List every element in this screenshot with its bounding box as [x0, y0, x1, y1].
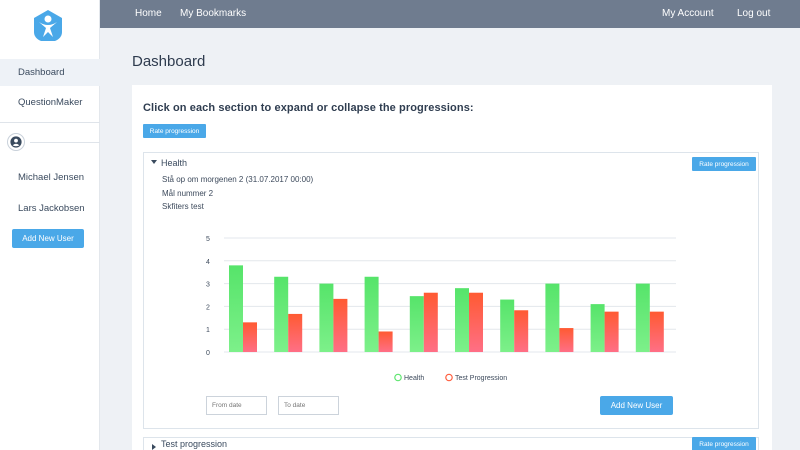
health-bar	[274, 276, 289, 352]
user-circle-icon[interactable]	[7, 133, 25, 151]
sidebar: Dashboard QuestionMaker Michael Jensen L…	[0, 0, 100, 450]
health-bar	[590, 304, 605, 352]
progression-panel-test: Test progression Rate progression	[143, 437, 759, 450]
health-bar	[455, 288, 469, 352]
panel2-rate-progression-button[interactable]: Rate progression	[692, 437, 756, 450]
person-star-logo[interactable]	[31, 9, 65, 43]
y-tick-label: 0	[206, 350, 210, 357]
test-progression-bar	[378, 331, 393, 352]
legend-test-progression-marker	[445, 373, 453, 382]
test-progression-bar	[469, 292, 483, 352]
rate-progression-button[interactable]: Rate progression	[143, 124, 206, 138]
progressions-card: Click on each section to expand or colla…	[132, 85, 772, 450]
health-bar	[500, 299, 515, 352]
panel-add-new-user-button[interactable]: Add New User	[600, 396, 673, 415]
health-bar	[364, 276, 379, 352]
goal-line: Mål nummer 2	[162, 189, 214, 198]
sidebar-item-questionmaker[interactable]: QuestionMaker	[0, 89, 100, 116]
sidebar-divider	[0, 122, 100, 123]
caret-right-icon[interactable]	[152, 444, 156, 450]
add-new-user-button[interactable]: Add New User	[12, 229, 84, 248]
test-progression-bar	[514, 310, 529, 352]
y-tick-label: 3	[206, 282, 210, 289]
y-tick-label: 4	[206, 259, 210, 266]
health-bar	[319, 283, 334, 352]
health-bar	[409, 296, 424, 352]
test-progression-bar	[243, 322, 257, 352]
caret-down-icon[interactable]	[151, 160, 157, 164]
top-navigation-bar: Home My Bookmarks My Account Log out	[100, 0, 800, 28]
legend-health-marker	[394, 373, 402, 382]
to-date-input[interactable]	[278, 396, 339, 415]
sidebar-user-michael[interactable]: Michael Jensen	[0, 164, 100, 191]
panel-title-test-progression[interactable]: Test progression	[161, 439, 227, 449]
test-progression-bar	[333, 298, 348, 352]
y-tick-label: 1	[206, 327, 210, 334]
nav-logout-link[interactable]: Log out	[737, 0, 770, 28]
sidebar-user-lars[interactable]: Lars Jackobsen	[0, 195, 100, 222]
nav-my-account-link[interactable]: My Account	[662, 0, 714, 28]
instruction-heading: Click on each section to expand or colla…	[143, 102, 474, 114]
health-bar	[635, 283, 650, 352]
legend-test-progression-label: Test Progression	[455, 375, 507, 382]
nav-home-link[interactable]: Home	[135, 0, 162, 28]
nav-my-bookmarks-link[interactable]: My Bookmarks	[180, 0, 246, 28]
test-progression-bar	[604, 311, 619, 352]
progression-panel-health: Health Rate progression Stå op om morgen…	[143, 152, 759, 429]
from-date-input[interactable]	[206, 396, 267, 415]
test-progression-bar	[559, 328, 574, 352]
sidebar-divider	[30, 142, 100, 143]
progression-bar-chart: 0 1 2 3 4 5 Health Test Progression	[206, 236, 676, 382]
health-bar	[545, 283, 560, 352]
test-progression-bar	[423, 292, 438, 352]
y-tick-label: 5	[206, 236, 210, 243]
goal-line: Stå op om morgenen 2 (31.07.2017 00:00)	[162, 175, 314, 184]
panel-title-health[interactable]: Health	[161, 158, 187, 168]
legend-health-label: Health	[404, 375, 424, 382]
test-progression-bar	[649, 311, 664, 352]
health-bar	[229, 265, 243, 352]
goal-line: Skfiters test	[162, 202, 204, 211]
panel-rate-progression-button[interactable]: Rate progression	[692, 157, 756, 171]
page-title: Dashboard	[132, 53, 206, 70]
sidebar-item-dashboard[interactable]: Dashboard	[0, 59, 100, 86]
y-tick-label: 2	[206, 304, 210, 311]
test-progression-bar	[288, 313, 303, 352]
